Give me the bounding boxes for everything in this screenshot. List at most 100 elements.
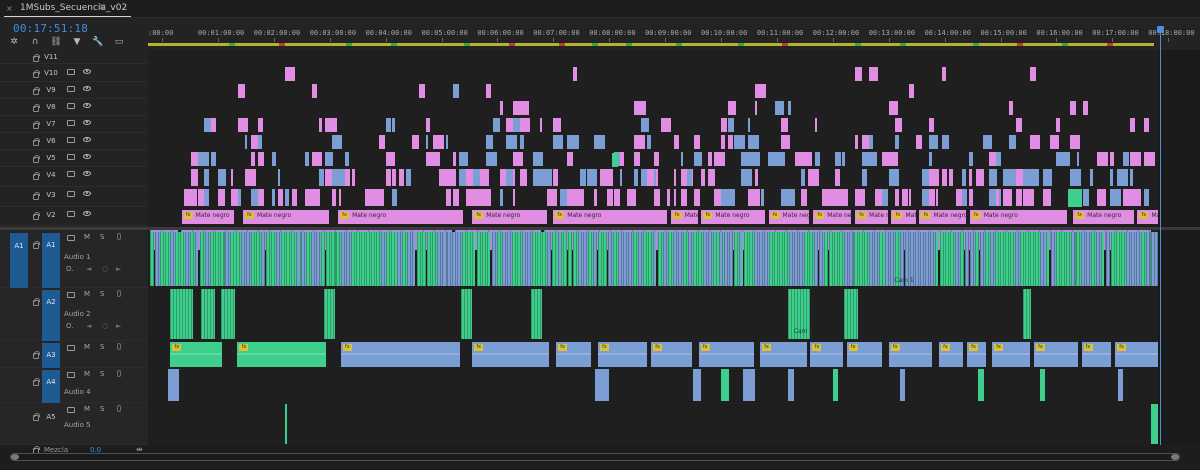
clip-v6[interactable]	[1029, 135, 1040, 149]
clip-v4[interactable]	[707, 169, 715, 186]
clip-a1[interactable]	[482, 232, 487, 286]
vertical-scroll-area[interactable]	[1158, 50, 1200, 445]
clip-v6[interactable]	[868, 135, 873, 149]
clip-a5[interactable]	[284, 404, 287, 444]
clip-v4[interactable]	[519, 169, 528, 186]
clip-v8[interactable]	[774, 101, 785, 115]
clip-v4[interactable]	[949, 169, 953, 186]
clip-a1[interactable]	[1105, 232, 1110, 286]
toggle-track-output-eye-icon[interactable]	[83, 171, 91, 176]
clip-a1[interactable]	[602, 232, 607, 286]
clip-v2-mate-negro[interactable]: fxMate negro	[670, 210, 698, 224]
clip-a1[interactable]	[839, 232, 844, 286]
clip-v3[interactable]	[747, 189, 760, 206]
clip-v3[interactable]	[613, 189, 620, 206]
toggle-sync-lock-icon[interactable]	[67, 372, 75, 378]
clip-v2-mate-negro[interactable]: fxMate negro	[1137, 210, 1158, 224]
clip-v4[interactable]	[700, 169, 706, 186]
timeline-clip-area[interactable]: fx Mate negro fx Mate negro fx Mate negro fx Ma…	[148, 50, 1158, 445]
clip-a1[interactable]	[411, 232, 416, 286]
clip-v3[interactable]	[627, 189, 637, 206]
clip-a1[interactable]	[975, 232, 979, 286]
clip-v5[interactable]	[305, 152, 309, 166]
track-target-v5[interactable]: V5	[42, 153, 60, 164]
clip-a1[interactable]	[653, 232, 657, 286]
previous-keyframe-icon[interactable]: ◄	[86, 322, 91, 330]
lock-icon[interactable]	[33, 70, 40, 78]
clip-v4[interactable]	[1130, 169, 1134, 186]
clip-v9[interactable]	[486, 84, 491, 98]
track-target-a4[interactable]: A4	[42, 370, 60, 403]
clip-v4[interactable]	[217, 169, 226, 186]
clip-v5[interactable]	[204, 152, 209, 166]
clip-v7[interactable]	[238, 118, 249, 132]
clip-v5[interactable]	[694, 152, 702, 166]
lock-icon[interactable]	[33, 192, 40, 200]
clip-v3[interactable]	[593, 189, 598, 206]
clip-v2-mate-negro[interactable]: fxMate negro	[768, 210, 810, 224]
clip-v6[interactable]	[633, 135, 645, 149]
mute-button[interactable]: M	[84, 290, 90, 298]
solo-button[interactable]: S	[100, 343, 104, 351]
sequence-marker[interactable]	[558, 43, 565, 46]
clip-a4[interactable]	[788, 369, 794, 401]
clip-v5[interactable]	[432, 152, 441, 166]
clip-v5[interactable]	[345, 152, 350, 166]
clip-v7[interactable]	[781, 118, 788, 132]
clip-v10[interactable]	[573, 67, 578, 81]
playhead-timecode[interactable]: 00:17:51:18	[13, 22, 88, 35]
toggle-sync-lock-icon[interactable]	[67, 292, 75, 298]
clip-v7[interactable]	[928, 118, 935, 132]
clip-a3[interactable]: fx	[1034, 342, 1078, 367]
clip-v3[interactable]	[1022, 189, 1035, 206]
clip-a1[interactable]	[995, 232, 1000, 286]
scroll-handle-left[interactable]	[11, 454, 19, 460]
clip-v5[interactable]	[774, 152, 786, 166]
add-marker-icon[interactable]: ▼	[71, 37, 83, 48]
clip-v4[interactable]	[835, 169, 841, 186]
clip-v6[interactable]	[593, 135, 605, 149]
clip-v7[interactable]	[539, 118, 543, 132]
clip-v6[interactable]	[553, 135, 564, 149]
clip-v7[interactable]	[392, 118, 395, 132]
clip-a1[interactable]	[824, 232, 829, 286]
clip-v4[interactable]	[801, 169, 806, 186]
clip-v5[interactable]	[1123, 152, 1129, 166]
clip-v9[interactable]	[754, 84, 766, 98]
clip-v4[interactable]	[204, 169, 209, 186]
sequence-marker[interactable]	[972, 43, 979, 46]
clip-v5[interactable]	[513, 152, 524, 166]
clip-v4[interactable]	[392, 169, 396, 186]
clip-v7[interactable]	[660, 118, 671, 132]
clip-v9[interactable]	[452, 84, 459, 98]
clip-v3[interactable]	[553, 189, 557, 206]
lock-icon[interactable]	[33, 172, 40, 180]
clip-v8[interactable]	[754, 101, 757, 115]
clip-v5[interactable]	[814, 152, 821, 166]
video-audio-divider[interactable]	[0, 227, 1200, 230]
clip-v3[interactable]	[606, 189, 613, 206]
toggle-sync-lock-icon[interactable]	[67, 137, 75, 143]
clip-a1[interactable]	[1146, 232, 1151, 286]
clip-v3[interactable]	[331, 189, 337, 206]
clip-v4[interactable]	[405, 169, 411, 186]
clip-v3[interactable]	[278, 189, 283, 206]
clip-a3[interactable]: fx	[1115, 342, 1158, 367]
clip-a1[interactable]	[718, 232, 724, 286]
clip-v4[interactable]	[975, 169, 984, 186]
clip-v7[interactable]	[318, 118, 323, 132]
clip-v6[interactable]	[982, 135, 993, 149]
clip-v6[interactable]	[573, 135, 580, 149]
toggle-sync-lock-icon[interactable]	[67, 211, 75, 217]
clip-v4[interactable]	[741, 169, 752, 186]
clip-v2-mate-negro[interactable]: fxMate negro	[338, 210, 463, 224]
clip-v6[interactable]	[855, 135, 859, 149]
clip-a4[interactable]	[721, 369, 730, 401]
clip-v3[interactable]	[204, 189, 210, 206]
clip-v7[interactable]	[258, 118, 263, 132]
clip-a1[interactable]	[728, 232, 733, 286]
clip-v7[interactable]	[325, 118, 338, 132]
clip-v7[interactable]	[492, 118, 500, 132]
clip-a4[interactable]	[899, 369, 906, 401]
clip-v5[interactable]	[1130, 152, 1142, 166]
